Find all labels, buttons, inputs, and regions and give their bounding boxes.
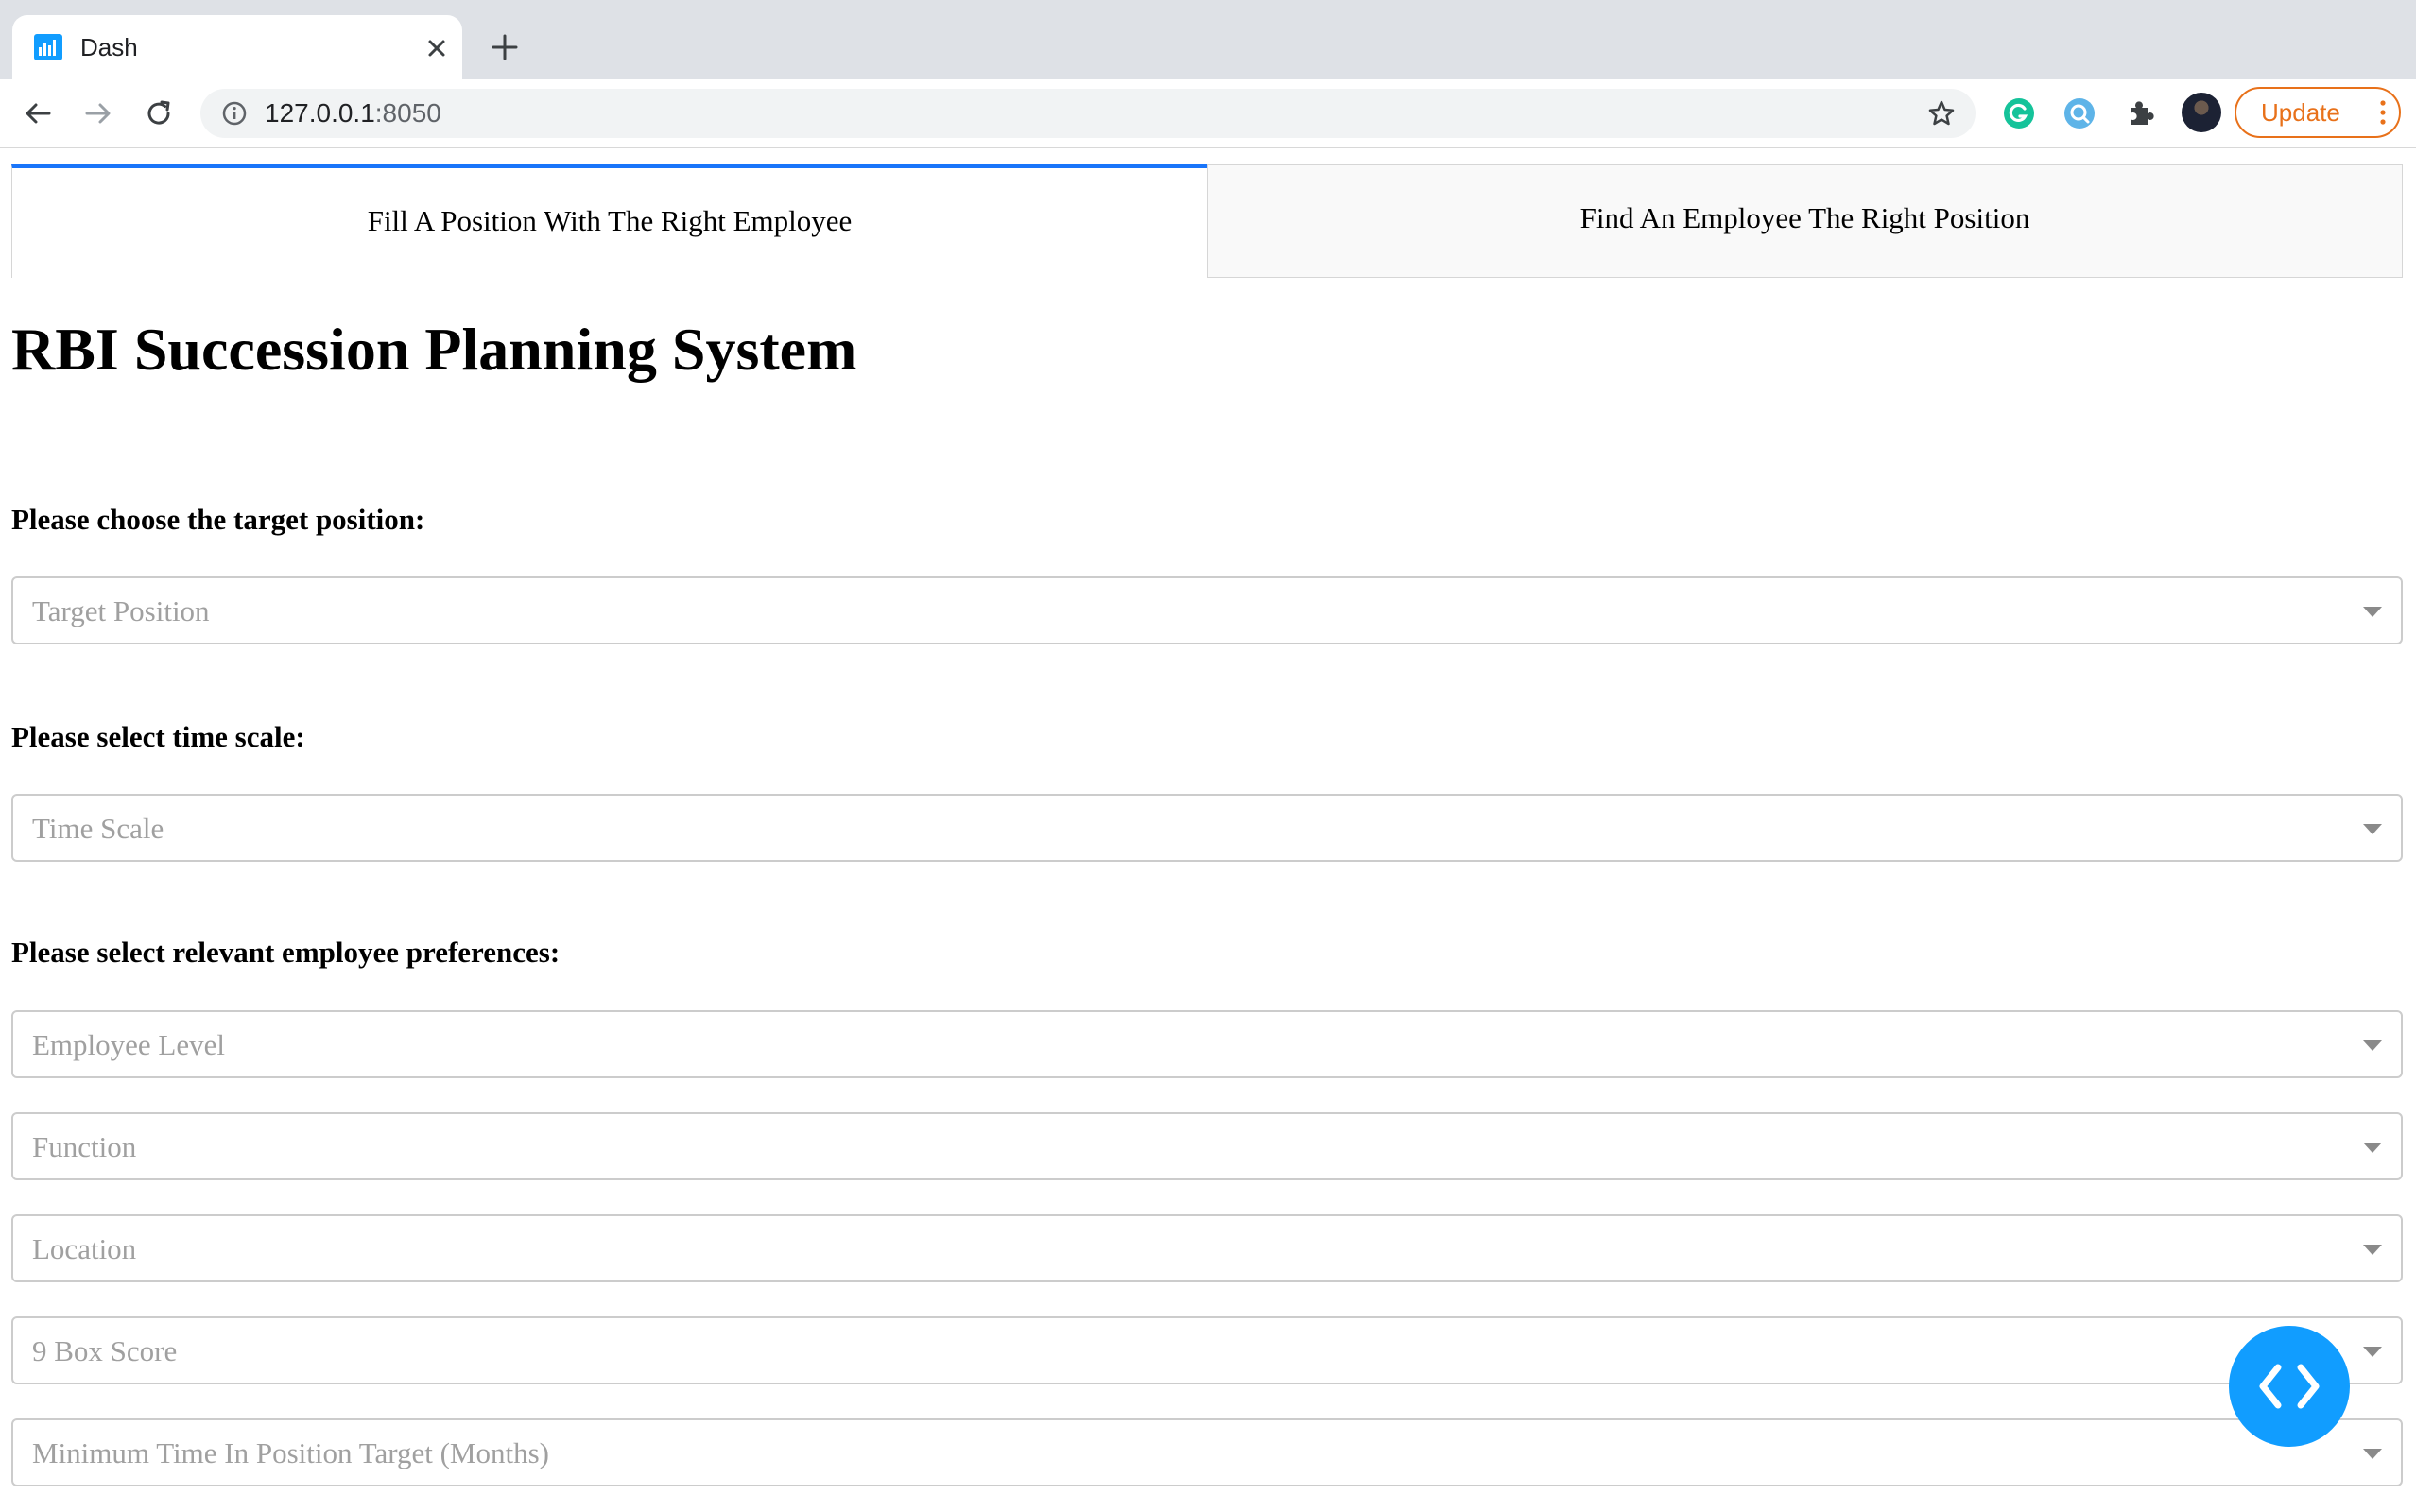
dropdown-arrow-icon[interactable] — [2363, 607, 2382, 617]
target-position-dropdown[interactable]: Target Position — [11, 576, 2403, 644]
time-scale-dropdown[interactable]: Time Scale — [11, 794, 2403, 862]
url-host: 127.0.0.1 — [265, 98, 375, 128]
back-arrow-icon[interactable] — [21, 96, 55, 130]
tab-fill-position-label: Fill A Position With The Right Employee — [367, 204, 853, 237]
tab-find-position[interactable]: Find An Employee The Right Position — [1207, 164, 2403, 278]
update-label: Update — [2261, 98, 2340, 127]
min-time-placeholder: Minimum Time In Position Target (Months) — [32, 1436, 549, 1469]
browser-toolbar: 127.0.0.1:8050 Update — [0, 79, 2416, 148]
app-tabs: Fill A Position With The Right Employee … — [11, 164, 2403, 278]
page-title: RBI Succession Planning System — [11, 316, 857, 383]
dropdown-arrow-icon[interactable] — [2363, 1347, 2382, 1357]
tab-find-position-label: Find An Employee The Right Position — [1579, 201, 2030, 234]
employee-level-placeholder: Employee Level — [32, 1028, 225, 1061]
new-tab-icon[interactable] — [488, 30, 522, 64]
dash-debug-button[interactable] — [2229, 1326, 2350, 1447]
browser-tab[interactable]: Dash — [12, 15, 462, 79]
more-menu-icon[interactable] — [2380, 100, 2386, 125]
function-dropdown[interactable]: Function — [11, 1112, 2403, 1180]
function-placeholder: Function — [32, 1130, 137, 1163]
min-time-dropdown[interactable]: Minimum Time In Position Target (Months) — [11, 1418, 2403, 1486]
box-score-dropdown[interactable]: 9 Box Score — [11, 1316, 2403, 1384]
box-score-placeholder: 9 Box Score — [32, 1334, 178, 1367]
site-info-icon[interactable] — [221, 100, 248, 127]
dropdown-arrow-icon[interactable] — [2363, 1449, 2382, 1459]
location-placeholder: Location — [32, 1232, 137, 1265]
time-scale-placeholder: Time Scale — [32, 812, 164, 845]
browser-tab-strip: Dash — [0, 0, 2416, 79]
url-port: :8050 — [374, 98, 441, 128]
time-scale-label: Please select time scale: — [11, 720, 305, 753]
bookmark-star-icon[interactable] — [1926, 98, 1957, 129]
forward-arrow-icon[interactable] — [81, 96, 115, 130]
dropdown-arrow-icon[interactable] — [2363, 1040, 2382, 1051]
update-button[interactable]: Update — [2235, 87, 2401, 138]
code-brackets-icon — [2259, 1364, 2320, 1409]
employee-level-dropdown[interactable]: Employee Level — [11, 1010, 2403, 1078]
profile-avatar[interactable] — [2182, 93, 2221, 132]
reload-icon[interactable] — [142, 96, 176, 130]
browser-tab-title: Dash — [80, 33, 138, 61]
employee-preferences-label: Please select relevant employee preferen… — [11, 936, 561, 969]
tab-fill-position[interactable]: Fill A Position With The Right Employee — [11, 164, 1207, 278]
grammarly-extension-icon[interactable] — [2002, 96, 2036, 130]
dash-favicon-icon — [34, 34, 62, 60]
dropdown-arrow-icon[interactable] — [2363, 824, 2382, 834]
target-position-placeholder: Target Position — [32, 594, 210, 627]
dropdown-arrow-icon[interactable] — [2363, 1143, 2382, 1153]
search-extension-icon[interactable] — [2062, 96, 2097, 130]
location-dropdown[interactable]: Location — [11, 1214, 2403, 1282]
extensions-puzzle-icon[interactable] — [2123, 96, 2157, 130]
url-text: 127.0.0.1:8050 — [265, 98, 441, 129]
address-bar[interactable]: 127.0.0.1:8050 — [200, 89, 1976, 138]
target-position-label: Please choose the target position: — [11, 503, 425, 536]
dropdown-arrow-icon[interactable] — [2363, 1245, 2382, 1255]
close-tab-icon[interactable] — [421, 32, 453, 64]
